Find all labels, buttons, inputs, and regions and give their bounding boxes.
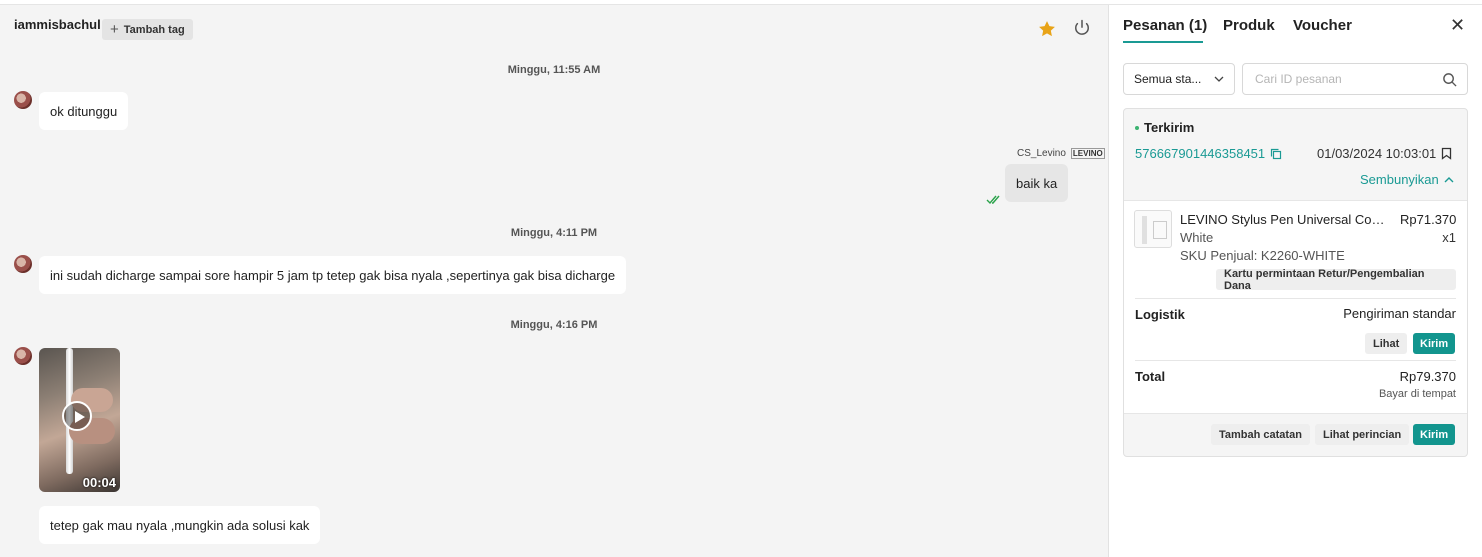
video-duration: 00:04	[82, 475, 116, 490]
product-variant: White	[1180, 230, 1214, 245]
agent-logo: LEVINO	[1070, 148, 1105, 159]
product-name[interactable]: LEVINO Stylus Pen Universal Comp...	[1180, 212, 1395, 227]
agent-label: CS_Levino LEVINO	[1017, 148, 1105, 159]
chevron-up-icon	[1444, 176, 1454, 182]
active-tab-indicator	[1123, 41, 1203, 43]
order-date: 01/03/2024 10:03:01	[1317, 146, 1452, 161]
add-tag-label: Tambah tag	[123, 23, 185, 36]
view-logistics-button[interactable]: Lihat	[1365, 333, 1408, 354]
power-icon[interactable]	[1072, 18, 1092, 38]
hide-details-toggle[interactable]: Sembunyikan	[1360, 172, 1454, 187]
total-value: Rp79.370	[1399, 369, 1456, 384]
status-filter-value: Semua sta...	[1134, 72, 1202, 86]
order-status: Terkirim	[1135, 120, 1194, 135]
order-status-label: Terkirim	[1144, 120, 1195, 135]
customer-avatar	[14, 255, 32, 273]
tab-vouchers[interactable]: Voucher	[1293, 17, 1352, 34]
agent-name: CS_Levino	[1017, 148, 1066, 159]
chat-username: iammisbachul	[14, 17, 101, 32]
return-request-button[interactable]: Kartu permintaan Retur/Pengembalian Dana	[1216, 268, 1456, 292]
close-icon[interactable]: ✕	[1450, 15, 1465, 36]
tab-products[interactable]: Produk	[1223, 17, 1275, 34]
payment-method: Bayar di tempat	[1378, 388, 1456, 400]
hide-details-label: Sembunyikan	[1360, 172, 1439, 187]
order-id: 576667901446358451	[1135, 146, 1266, 161]
message-timestamp: Minggu, 4:11 PM	[510, 227, 598, 239]
product-sku: SKU Penjual: K2260-WHITE	[1180, 248, 1345, 263]
plus-icon: +	[110, 21, 119, 38]
send-order-button[interactable]: Kirim	[1413, 424, 1456, 445]
order-id-link[interactable]: 576667901446358451	[1135, 146, 1282, 161]
order-search-field[interactable]	[1242, 63, 1468, 95]
incoming-message: tetep gak mau nyala ,mungkin ada solusi …	[39, 506, 321, 544]
copy-icon[interactable]	[1270, 148, 1282, 160]
product-price: Rp71.370	[1400, 212, 1457, 227]
bookmark-icon[interactable]	[1441, 147, 1452, 160]
chat-area: iammisbachul + Tambah tag Minggu, 11:55 …	[0, 5, 1109, 557]
order-date-value: 01/03/2024 10:03:01	[1317, 146, 1437, 161]
view-details-button[interactable]: Lihat perincian	[1315, 424, 1410, 445]
product-thumbnail[interactable]	[1134, 210, 1172, 248]
send-logistics-button[interactable]: Kirim	[1413, 333, 1456, 354]
outgoing-message: baik ka	[1005, 164, 1069, 202]
tab-orders[interactable]: Pesanan (1)	[1123, 17, 1207, 34]
logistics-value: Pengiriman standar	[1343, 306, 1456, 321]
divider	[1135, 360, 1456, 361]
total-label: Total	[1135, 369, 1166, 384]
search-icon[interactable]	[1442, 72, 1457, 87]
chevron-down-icon	[1214, 76, 1224, 82]
add-note-button[interactable]: Tambah catatan	[1211, 424, 1310, 445]
message-timestamp: Minggu, 4:16 PM	[510, 319, 598, 331]
incoming-message: ini sudah dicharge sampai sore hampir 5 …	[39, 256, 627, 294]
add-tag-button[interactable]: + Tambah tag	[102, 19, 193, 40]
logistics-label: Logistik	[1135, 307, 1185, 322]
customer-avatar	[14, 347, 32, 365]
read-checkmark-icon	[986, 195, 1000, 205]
order-search-input[interactable]	[1253, 71, 1427, 87]
product-quantity: x1	[1442, 230, 1456, 245]
customer-avatar	[14, 91, 32, 109]
video-message[interactable]: 00:04	[39, 348, 120, 492]
star-icon[interactable]	[1037, 19, 1057, 39]
status-dot	[1135, 125, 1139, 130]
divider	[1135, 298, 1456, 299]
incoming-message: ok ditunggu	[39, 92, 129, 130]
message-timestamp: Minggu, 11:55 AM	[507, 64, 601, 76]
status-filter-select[interactable]: Semua sta...	[1123, 63, 1235, 95]
play-icon[interactable]	[62, 401, 92, 431]
